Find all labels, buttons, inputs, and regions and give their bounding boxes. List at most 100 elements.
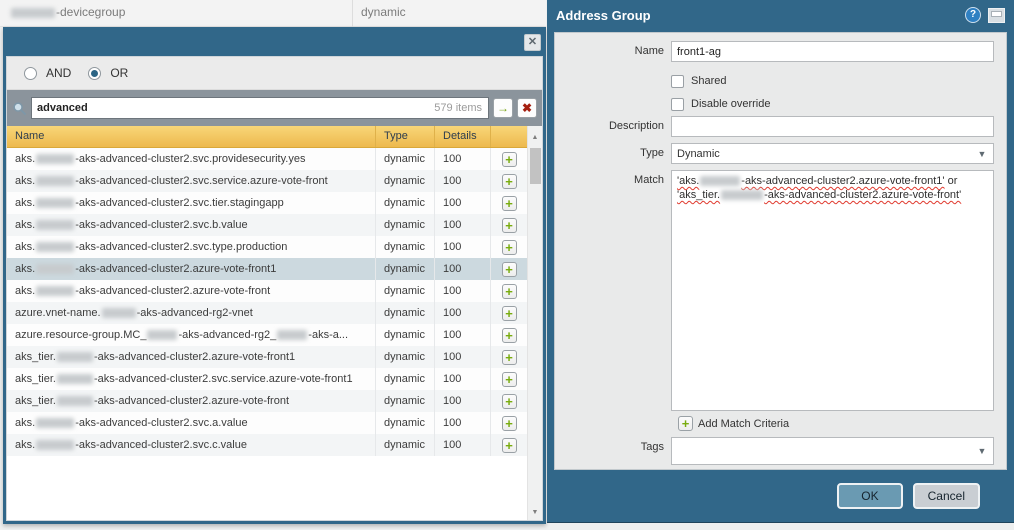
table-row[interactable]: aks.-aks-advanced-cluster2.svc.b.valuedy… — [7, 214, 527, 236]
apply-filter-button[interactable]: → — [493, 98, 513, 118]
row-name: aks_tier.-aks-advanced-cluster2.azure-vo… — [7, 390, 376, 412]
redacted-text — [721, 190, 763, 200]
add-row-icon[interactable]: + — [502, 438, 517, 453]
match-criteria-titlebar: ✕ — [6, 30, 543, 56]
redacted-text — [102, 308, 136, 318]
redacted-text — [36, 198, 74, 208]
table-row[interactable]: aks.-aks-advanced-cluster2.azure-vote-fr… — [7, 280, 527, 302]
match-textarea[interactable]: 'aks.-aks-advanced-cluster2.azure-vote-f… — [671, 170, 994, 411]
add-row-icon[interactable]: + — [502, 284, 517, 299]
add-match-criteria-label: Add Match Criteria — [698, 418, 789, 430]
address-group-dialog: Address Group ? Name Shared Disable over… — [547, 0, 1014, 523]
table-row[interactable]: azure.vnet-name.-aks-advanced-rg2-vnetdy… — [7, 302, 527, 324]
row-name: aks.-aks-advanced-cluster2.svc.service.a… — [7, 170, 376, 192]
table-row[interactable]: aks.-aks-advanced-cluster2.azure-vote-fr… — [7, 258, 527, 280]
match-criteria-dialog: ✕ AND OR 579 items → ✖ Name T — [3, 27, 546, 524]
row-type: dynamic — [376, 390, 435, 412]
row-type: dynamic — [376, 412, 435, 434]
result-count: 579 items — [434, 102, 488, 114]
chevron-down-icon[interactable]: ▼ — [971, 144, 993, 163]
add-row-icon[interactable]: + — [502, 262, 517, 277]
header-type[interactable]: Type — [376, 126, 435, 147]
row-details: 100 — [435, 236, 491, 258]
help-icon[interactable]: ? — [965, 7, 981, 23]
description-field[interactable] — [671, 116, 994, 137]
type-dropdown[interactable]: Dynamic ▼ — [671, 143, 994, 164]
restore-window-icon[interactable] — [988, 8, 1005, 23]
shared-label: Shared — [691, 75, 726, 87]
add-row-icon[interactable]: + — [502, 372, 517, 387]
row-name: aks.-aks-advanced-cluster2.svc.type.prod… — [7, 236, 376, 258]
add-row-icon[interactable]: + — [502, 328, 517, 343]
add-row-icon[interactable]: + — [502, 152, 517, 167]
search-icon — [12, 101, 27, 116]
match-line: 'aks_tier.-aks-advanced-cluster2.azure-v… — [677, 188, 988, 202]
scroll-thumb[interactable] — [530, 148, 541, 184]
name-field[interactable] — [671, 41, 994, 62]
table-row[interactable]: aks.-aks-advanced-cluster2.svc.c.valuedy… — [7, 434, 527, 456]
address-group-titlebar: Address Group ? — [547, 0, 1014, 30]
table-header: Name Type Details — [7, 126, 527, 148]
match-line: 'aks.-aks-advanced-cluster2.azure-vote-f… — [677, 174, 988, 188]
match-label: Match — [555, 170, 671, 186]
row-details: 100 — [435, 412, 491, 434]
add-row-icon[interactable]: + — [502, 394, 517, 409]
or-radio[interactable] — [88, 67, 101, 80]
table-row[interactable]: azure.resource-group.MC_-aks-advanced-rg… — [7, 324, 527, 346]
and-radio[interactable] — [24, 67, 37, 80]
search-band: 579 items → ✖ — [7, 90, 542, 126]
clear-filter-button[interactable]: ✖ — [517, 98, 537, 118]
name-label: Name — [555, 41, 671, 57]
row-type: dynamic — [376, 346, 435, 368]
scroll-down-icon[interactable]: ▼ — [532, 509, 539, 516]
add-row-icon[interactable]: + — [502, 174, 517, 189]
scroll-up-icon[interactable]: ▲ — [532, 134, 539, 141]
table-row[interactable]: aks_tier.-aks-advanced-cluster2.svc.serv… — [7, 368, 527, 390]
search-input[interactable] — [32, 99, 434, 117]
description-label: Description — [555, 116, 671, 132]
disable-override-checkbox[interactable] — [671, 98, 684, 111]
add-row-icon[interactable]: + — [502, 306, 517, 321]
scrollbar[interactable]: ▲ ▼ — [527, 126, 542, 520]
shared-checkbox[interactable] — [671, 75, 684, 88]
row-details: 100 — [435, 170, 491, 192]
plus-icon: + — [678, 416, 693, 431]
redacted-text — [277, 330, 307, 340]
add-row-icon[interactable]: + — [502, 218, 517, 233]
add-match-criteria-button[interactable]: + Add Match Criteria — [678, 416, 1006, 431]
chevron-down-icon[interactable]: ▼ — [971, 438, 993, 464]
redacted-text — [36, 154, 74, 164]
table-row[interactable]: aks.-aks-advanced-cluster2.svc.tier.stag… — [7, 192, 527, 214]
redacted-text — [36, 242, 74, 252]
row-type: dynamic — [376, 192, 435, 214]
cancel-button[interactable]: Cancel — [913, 483, 980, 509]
row-name: aks.-aks-advanced-cluster2.svc.c.value — [7, 434, 376, 456]
header-name[interactable]: Name — [7, 126, 376, 147]
header-details[interactable]: Details — [435, 126, 491, 147]
table-row[interactable]: aks_tier.-aks-advanced-cluster2.azure-vo… — [7, 346, 527, 368]
redacted-text — [36, 264, 74, 274]
add-row-icon[interactable]: + — [502, 350, 517, 365]
row-name: azure.resource-group.MC_-aks-advanced-rg… — [7, 324, 376, 346]
table-row[interactable]: aks.-aks-advanced-cluster2.svc.a.valuedy… — [7, 412, 527, 434]
add-row-icon[interactable]: + — [502, 196, 517, 211]
add-row-icon[interactable]: + — [502, 416, 517, 431]
row-details: 100 — [435, 214, 491, 236]
close-icon[interactable]: ✕ — [524, 34, 541, 51]
ok-button[interactable]: OK — [837, 483, 902, 509]
table-row[interactable]: aks.-aks-advanced-cluster2.svc.service.a… — [7, 170, 527, 192]
row-name: aks.-aks-advanced-cluster2.svc.tier.stag… — [7, 192, 376, 214]
tags-label: Tags — [555, 437, 671, 453]
row-type: dynamic — [376, 434, 435, 456]
column-divider — [352, 0, 353, 27]
table-row[interactable]: aks_tier.-aks-advanced-cluster2.azure-vo… — [7, 390, 527, 412]
row-type: dynamic — [376, 324, 435, 346]
row-name: aks_tier.-aks-advanced-cluster2.azure-vo… — [7, 346, 376, 368]
table-row[interactable]: aks.-aks-advanced-cluster2.svc.type.prod… — [7, 236, 527, 258]
redacted-text — [36, 286, 74, 296]
add-row-icon[interactable]: + — [502, 240, 517, 255]
tags-dropdown[interactable]: ▼ — [671, 437, 994, 465]
table-row[interactable]: aks.-aks-advanced-cluster2.svc.providese… — [7, 148, 527, 170]
redacted-text — [57, 374, 93, 384]
row-details: 100 — [435, 390, 491, 412]
